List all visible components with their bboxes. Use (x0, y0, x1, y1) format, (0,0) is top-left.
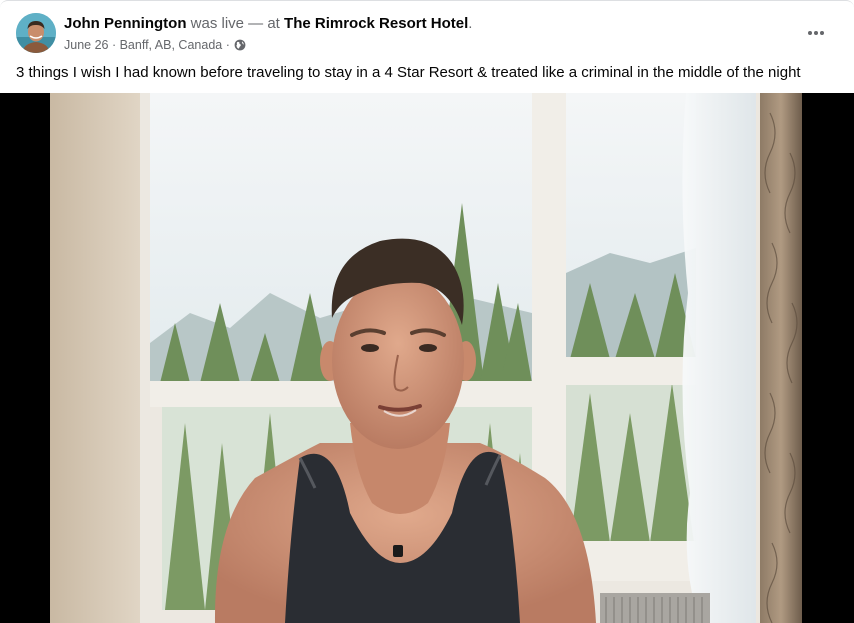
post-date-link[interactable]: June 26 (64, 37, 108, 53)
video-frame (0, 93, 854, 623)
post-meta: June 26 · Banff, AB, Canada · (64, 37, 246, 53)
author-name-link[interactable]: John Pennington (64, 15, 186, 32)
post-card: John Pennington was live — at The Rimroc… (0, 0, 854, 623)
post-place-link[interactable]: Banff, AB, Canada (120, 37, 223, 53)
post-header: John Pennington was live — at The Rimroc… (0, 1, 854, 59)
post-caption: 3 things I wish I had known before trave… (16, 64, 801, 81)
live-video-player[interactable] (0, 93, 854, 623)
globe-icon (234, 39, 246, 51)
live-status-text: was live — at (190, 15, 280, 32)
author-avatar[interactable] (16, 13, 56, 53)
location-suffix: . (468, 15, 473, 32)
more-horizontal-icon (808, 31, 824, 35)
author-line: John Pennington was live — at The Rimroc… (64, 14, 472, 34)
avatar-image (16, 13, 56, 53)
meta-separator-2: · (222, 38, 230, 52)
location-link[interactable]: The Rimrock Resort Hotel (284, 15, 468, 32)
meta-separator: · (108, 38, 120, 52)
more-options-button[interactable] (800, 19, 832, 47)
